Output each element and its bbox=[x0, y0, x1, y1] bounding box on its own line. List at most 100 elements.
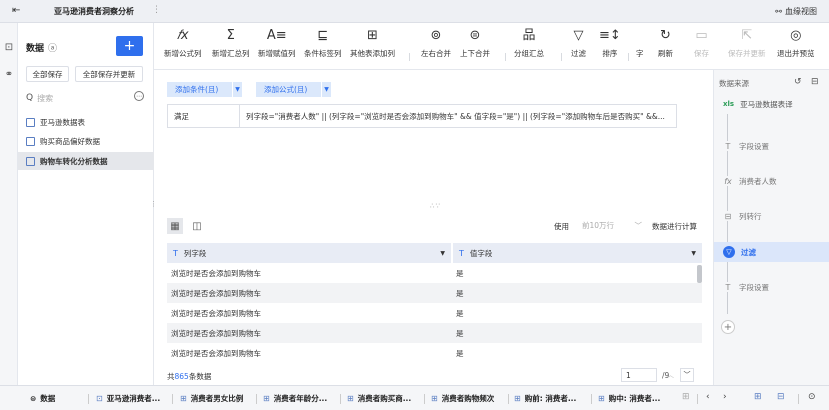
search-placeholder: 搜索 bbox=[37, 93, 54, 103]
collapse-panel-icon[interactable]: ⊟ bbox=[811, 77, 819, 87]
data-item[interactable]: 亚马逊数据表 bbox=[18, 113, 154, 131]
toolbar-label: 字 bbox=[636, 49, 644, 58]
union-icon: ⊜ bbox=[469, 28, 481, 43]
chart-icon: ⊞ bbox=[180, 394, 187, 403]
step-item[interactable]: T 字段设置 bbox=[714, 136, 829, 156]
add-formula-column-button[interactable]: 𝑓x 新增公式列 bbox=[164, 26, 202, 66]
blood-view-button[interactable]: ⚯ 血缘视图 bbox=[775, 6, 817, 17]
page-next-icon[interactable]: ﹀ bbox=[680, 368, 694, 382]
step-item[interactable]: fx 消费者人数 bbox=[714, 171, 829, 191]
chevron-down-icon[interactable]: ▼ bbox=[691, 250, 696, 257]
more-tab-icon[interactable]: ⊞ bbox=[682, 392, 690, 402]
save-button[interactable]: ▭ 保存 bbox=[694, 26, 709, 66]
collapse-tabs-icon[interactable]: ⊙ bbox=[808, 392, 816, 402]
grid-view-icon[interactable]: ▦ bbox=[167, 218, 183, 234]
add-dashboard-icon[interactable]: ⊞ bbox=[754, 392, 762, 402]
more-options-icon[interactable]: ⋯ bbox=[134, 91, 144, 101]
chart-icon: ⊞ bbox=[514, 394, 521, 403]
horizontal-splitter[interactable]: ∴∵ bbox=[154, 202, 713, 212]
group-summary-button[interactable]: 品分组汇总 bbox=[514, 26, 544, 66]
table-icon bbox=[26, 156, 35, 166]
add-assign-column-button[interactable]: A≡ 新增赋值列 bbox=[258, 26, 296, 66]
scroll-left-icon[interactable]: ‹ bbox=[706, 392, 710, 402]
tab-divider bbox=[591, 394, 592, 404]
toolbar-label: 保存 bbox=[694, 49, 709, 58]
save-and-update-button[interactable]: ⇱ 保存并更新 bbox=[728, 26, 766, 66]
data-item-selected[interactable]: 购物车转化分析数据 bbox=[18, 152, 154, 170]
sheet-tab[interactable]: ⊞ 消费者男女比例 bbox=[180, 386, 243, 410]
add-summary-column-button[interactable]: Σ 新增汇总列 bbox=[212, 26, 250, 66]
step-label: 字段设置 bbox=[739, 141, 769, 151]
table-scrollbar[interactable] bbox=[697, 265, 702, 283]
link-rail-icon[interactable]: ⚭ bbox=[3, 68, 15, 80]
step-item[interactable]: ⊟ 列转行 bbox=[714, 206, 829, 226]
save-all-button[interactable]: 全部保存 bbox=[26, 66, 69, 82]
formula-icon: fx bbox=[723, 176, 733, 186]
tab-divider bbox=[508, 394, 509, 404]
step-label: 字段设置 bbox=[739, 282, 769, 292]
chevron-down-icon[interactable]: ▼ bbox=[232, 82, 242, 97]
drag-handle-icon: ∴∵ bbox=[430, 202, 441, 210]
sheet-tab-label: 购中: 消费者... bbox=[608, 394, 661, 403]
data-search-input[interactable]: Q 搜索 bbox=[26, 91, 132, 105]
add-condition-button[interactable]: 添加条件(且) ▼ bbox=[167, 82, 242, 97]
sheet-tab[interactable]: ⊞ 消费者购买商... bbox=[347, 386, 411, 410]
chevron-down-icon[interactable]: ▼ bbox=[440, 250, 445, 257]
scroll-right-icon[interactable]: › bbox=[723, 392, 727, 402]
sheet-tab[interactable]: ⊞ 消费者购物频次 bbox=[431, 386, 494, 410]
sheet-tab[interactable]: ⊞ 购前: 消费者... bbox=[514, 386, 576, 410]
data-rail-icon[interactable]: ⊡ bbox=[3, 41, 15, 53]
data-tab[interactable]: ⊜ 数据 bbox=[30, 386, 55, 410]
left-right-merge-button[interactable]: ⊚ 左右合并 bbox=[421, 26, 451, 66]
column-header[interactable]: T 值字段 ▼ bbox=[453, 243, 702, 263]
preview-view-tabs: ▦ ◫ bbox=[167, 218, 205, 234]
add-step-icon[interactable]: + bbox=[721, 320, 735, 334]
step-label: 亚马逊数据表译 bbox=[740, 99, 793, 109]
data-item[interactable]: 购买商品偏好数据 bbox=[18, 132, 154, 150]
add-data-button[interactable]: + bbox=[116, 36, 143, 56]
satisfy-label: 满足 bbox=[168, 105, 240, 127]
condition-expression[interactable]: 列字段="消费者人数" || (列字段="浏览时是否会添加到购物车" && 值字… bbox=[240, 111, 672, 122]
sheet-tab[interactable]: ⊞ 购中: 消费者... bbox=[598, 386, 660, 410]
add-report-icon[interactable]: ⊟ bbox=[777, 392, 785, 402]
step-item[interactable]: T 字段设置 bbox=[714, 277, 829, 297]
save-all-update-button[interactable]: 全部保存并更新 bbox=[75, 66, 143, 82]
total-prefix: 共 bbox=[167, 372, 175, 381]
sheet-tab-label: 消费者男女比例 bbox=[190, 394, 244, 403]
field-view-icon[interactable]: ◫ bbox=[189, 218, 205, 234]
page-number-input[interactable]: 1 bbox=[621, 368, 657, 382]
column-header[interactable]: T 列字段 ▼ bbox=[167, 243, 451, 263]
help-icon[interactable]: ⓐ bbox=[48, 44, 57, 54]
tab-divider bbox=[256, 394, 257, 404]
refresh-icon: ↻ bbox=[660, 28, 671, 43]
title-bar: ⇤ 亚马逊消费者洞察分析 ⋮ ⚯ 血缘视图 bbox=[0, 0, 829, 23]
step-item-active[interactable]: ▽ 过滤 bbox=[714, 242, 829, 262]
exit-preview-button[interactable]: ◎ 退出并预览 bbox=[777, 26, 815, 66]
page-prev-icon[interactable]: ︿ bbox=[664, 368, 677, 382]
table-cell: 浏览时是否会添加到购物车 bbox=[171, 288, 261, 298]
row-limit-select[interactable]: 前10万行 ﹀ bbox=[578, 218, 646, 233]
condition-tag-column-button[interactable]: ⊑ 条件标签列 bbox=[304, 26, 342, 66]
condition-row[interactable]: 满足 列字段="消费者人数" || (列字段="浏览时是否会添加到购物车" &&… bbox=[167, 104, 677, 128]
sheet-tab-label: 消费者购物频次 bbox=[441, 394, 495, 403]
tab-divider bbox=[798, 394, 799, 404]
search-icon: Q bbox=[26, 93, 34, 103]
add-formula-button[interactable]: 添加公式(且) ▼ bbox=[256, 82, 331, 97]
toolbar-label: 其他表添加列 bbox=[350, 49, 395, 58]
more-icon[interactable]: ⋮ bbox=[152, 5, 161, 15]
history-icon[interactable]: ↺ bbox=[794, 77, 802, 87]
sort-button[interactable]: ≡↕ 排序 bbox=[599, 26, 621, 66]
filter-button[interactable]: ▽ 过滤 bbox=[571, 26, 586, 66]
up-down-merge-button[interactable]: ⊜ 上下合并 bbox=[460, 26, 490, 66]
sheet-tab[interactable]: ⊞ 消费者年龄分... bbox=[263, 386, 327, 410]
sheet-tab[interactable]: ⊡ 亚马逊消费者... bbox=[96, 386, 160, 410]
exit-icon[interactable]: ⇤ bbox=[12, 5, 20, 16]
chevron-down-icon[interactable]: ▼ bbox=[321, 82, 331, 97]
other-table-add-column-button[interactable]: ⊞ 其他表添加列 bbox=[350, 26, 395, 66]
field-button[interactable]: 字 bbox=[636, 26, 644, 66]
table-cell: 是 bbox=[456, 268, 464, 278]
analysis-tab[interactable]: 亚马逊消费者洞察分析 bbox=[40, 0, 148, 23]
refresh-button[interactable]: ↻ 刷新 bbox=[658, 26, 673, 66]
step-source[interactable]: xls 亚马逊数据表译 bbox=[714, 94, 829, 114]
text-field-icon: T bbox=[723, 141, 733, 151]
